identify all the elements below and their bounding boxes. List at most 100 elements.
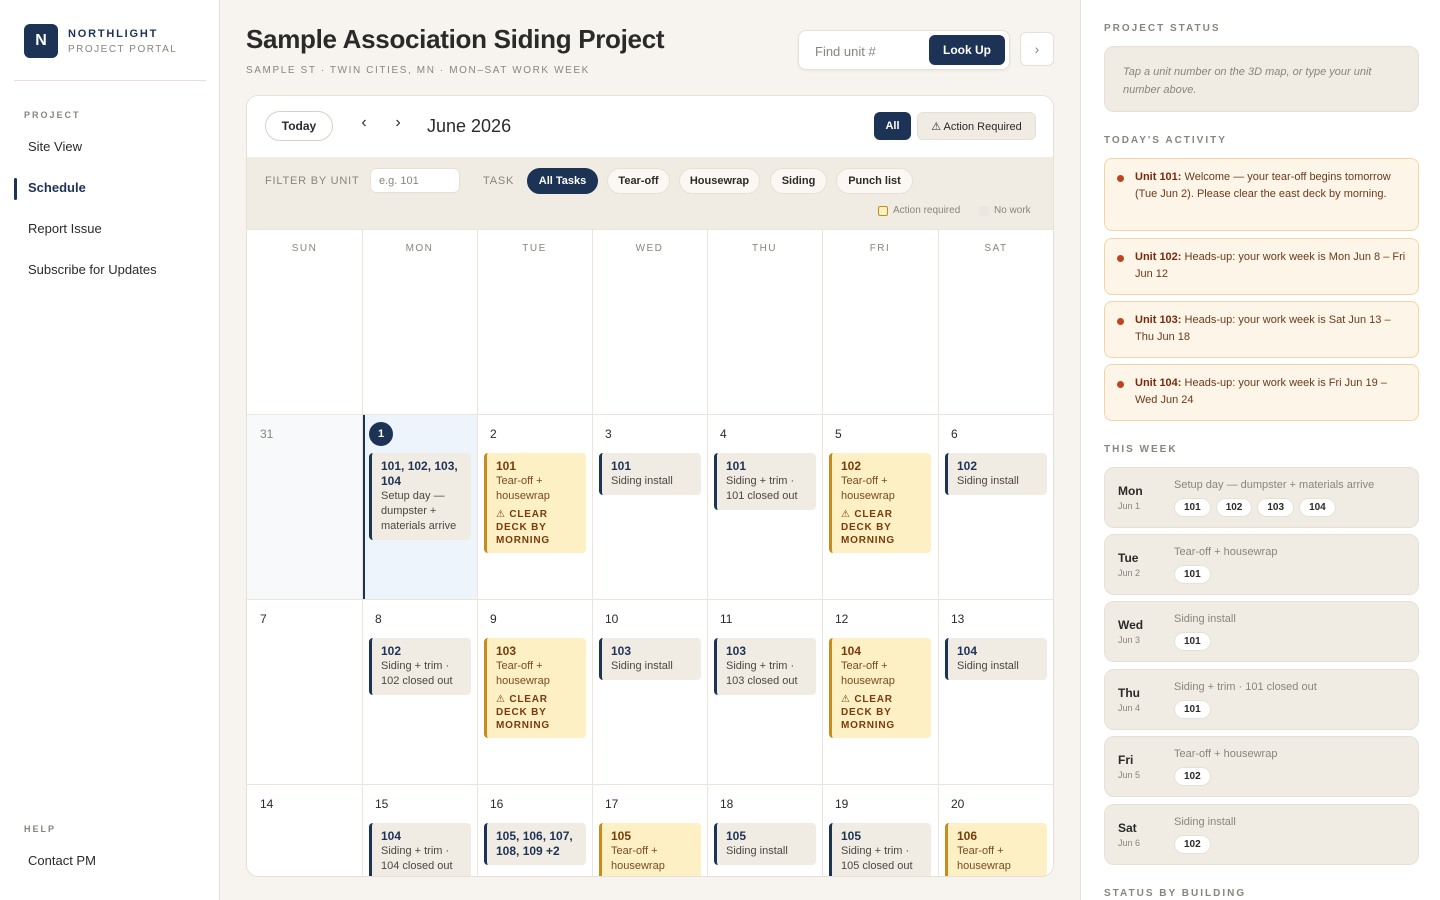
day-number[interactable]: 11 xyxy=(720,612,732,626)
unit-chip[interactable]: 102 xyxy=(1174,835,1211,854)
day-number[interactable]: 15 xyxy=(375,797,388,811)
event-units: 102 xyxy=(957,459,978,473)
filter-unit-input[interactable] xyxy=(370,168,460,193)
sidebar-section-help: HELP xyxy=(24,824,57,834)
event-units: 106 xyxy=(957,829,978,843)
event-task: Siding + trim · 104 closed out xyxy=(381,845,453,872)
event-card[interactable]: 105 Siding + trim · 105 closed out xyxy=(829,823,931,876)
day-number[interactable]: 12 xyxy=(835,612,848,626)
event-card[interactable]: 105, 106, 107, 108, 109 +2 xyxy=(484,823,586,865)
unit-chip[interactable]: 102 xyxy=(1215,498,1253,517)
day-number[interactable]: 8 xyxy=(375,612,382,626)
unit-chip[interactable]: 101 xyxy=(1174,632,1211,651)
activity-item[interactable]: Unit 104: Heads-up: your work week is Fr… xyxy=(1104,364,1419,421)
unit-chip[interactable]: 101 xyxy=(1174,700,1211,719)
calendar-grid: SUN MON TUE WED THU FRI SAT 31 1 101, 102, 103, 1… xyxy=(247,229,1053,876)
event-units: 104 xyxy=(381,829,402,843)
unit-chip[interactable]: 103 xyxy=(1257,498,1295,517)
day-number[interactable]: 1 xyxy=(369,422,393,446)
event-task: Tear-off + housewrap xyxy=(496,660,550,687)
week-day-card[interactable]: Mon Jun 1 Setup day — dumpster + materials… xyxy=(1104,467,1419,528)
day-number[interactable]: 14 xyxy=(260,797,273,811)
day-number[interactable]: 10 xyxy=(605,612,618,626)
prev-month-icon[interactable]: ‹ xyxy=(355,114,373,132)
unit-chip[interactable]: 104 xyxy=(1299,498,1336,517)
view-action-required-button[interactable]: ⚠ Action Required xyxy=(917,112,1036,140)
day-number[interactable]: 19 xyxy=(835,797,848,811)
event-card-action-required[interactable]: 103 Tear-off + housewrap ⚠ CLEAR DECK BY M… xyxy=(484,638,586,738)
sidebar-item-schedule[interactable]: Schedule xyxy=(28,180,86,195)
day-number[interactable]: 31 xyxy=(260,427,273,441)
week-day-name: Tue xyxy=(1118,551,1139,565)
day-number[interactable]: 20 xyxy=(951,797,964,811)
day-number[interactable]: 4 xyxy=(720,427,727,441)
week-day-card[interactable]: Tue Jun 2 Tear-off + housewrap 101 xyxy=(1104,534,1419,595)
sidebar-item-contact-pm[interactable]: Contact PM xyxy=(28,853,96,868)
day-number[interactable]: 3 xyxy=(605,427,612,441)
event-card[interactable]: 104 Siding install xyxy=(945,638,1047,680)
sidebar-item-subscribe[interactable]: Subscribe for Updates xyxy=(28,262,157,277)
week-day-date: Jun 4 xyxy=(1118,703,1141,713)
event-card[interactable]: 105 Siding install xyxy=(714,823,816,865)
event-card[interactable]: 101 Siding install xyxy=(599,453,701,495)
day-number[interactable]: 18 xyxy=(720,797,733,811)
project-status-hint: Tap a unit number on the 3D map, or type… xyxy=(1104,46,1419,112)
sidebar-item-report-issue[interactable]: Report Issue xyxy=(28,221,102,236)
week-day-date: Jun 3 xyxy=(1118,635,1141,645)
sidebar-item-site-view[interactable]: Site View xyxy=(28,139,82,154)
event-units: 103 xyxy=(496,644,517,658)
week-day-card[interactable]: Fri Jun 5 Tear-off + housewrap 102 xyxy=(1104,736,1419,797)
day-number[interactable]: 2 xyxy=(490,427,497,441)
alert-dot-icon xyxy=(1117,255,1124,262)
event-card[interactable]: 103 Siding install xyxy=(599,638,701,680)
brand[interactable]: N NORTHLIGHT PROJECT PORTAL xyxy=(24,24,177,58)
activity-item[interactable]: Unit 102: Heads-up: your work week is Mo… xyxy=(1104,238,1419,295)
day-number[interactable]: 6 xyxy=(951,427,958,441)
task-filter-siding[interactable]: Siding xyxy=(770,168,827,194)
event-card-action-required[interactable]: 101 Tear-off + housewrap ⚠ CLEAR DECK BY M… xyxy=(484,453,586,553)
week-day-task: Setup day — dumpster + materials arrive xyxy=(1174,479,1375,491)
event-units: 105, 106, 107, 108, 109 +2 xyxy=(496,829,573,858)
day-number[interactable]: 5 xyxy=(835,427,842,441)
event-card-action-required[interactable]: 102 Tear-off + housewrap ⚠ CLEAR DECK BY M… xyxy=(829,453,931,553)
view-all-button[interactable]: All xyxy=(874,112,911,140)
task-filter-all[interactable]: All Tasks xyxy=(527,168,598,194)
todays-activity-label: TODAY'S ACTIVITY xyxy=(1104,135,1227,146)
task-filter-housewrap[interactable]: Housewrap xyxy=(679,168,760,194)
look-up-button[interactable]: Look Up xyxy=(929,35,1005,65)
unit-chip[interactable]: 101 xyxy=(1174,498,1211,517)
unit-chip[interactable]: 102 xyxy=(1174,767,1211,786)
task-filter-tear-off[interactable]: Tear-off xyxy=(607,168,670,194)
day-number[interactable]: 17 xyxy=(605,797,618,811)
event-card[interactable]: 103 Siding + trim · 103 closed out xyxy=(714,638,816,695)
unit-chip[interactable]: 101 xyxy=(1174,565,1211,584)
day-number[interactable]: 7 xyxy=(260,612,267,626)
week-day-card[interactable]: Thu Jun 4 Siding + trim · 101 closed out 10… xyxy=(1104,669,1419,730)
unit-search-input[interactable] xyxy=(807,37,927,65)
event-card[interactable]: 102 Siding + trim · 102 closed out xyxy=(369,638,471,695)
week-day-card[interactable]: Wed Jun 3 Siding install 101 xyxy=(1104,601,1419,662)
event-card-action-required[interactable]: 104 Tear-off + housewrap ⚠ CLEAR DECK BY M… xyxy=(829,638,931,738)
event-task: Siding + trim · 102 closed out xyxy=(381,660,453,687)
event-card[interactable]: 101 Siding + trim · 101 closed out xyxy=(714,453,816,510)
event-card-action-required[interactable]: 106 Tear-off + housewrap xyxy=(945,823,1047,876)
event-card[interactable]: 102 Siding install xyxy=(945,453,1047,495)
event-card[interactable]: 104 Siding + trim · 104 closed out xyxy=(369,823,471,876)
task-filter-punch-list[interactable]: Punch list xyxy=(836,168,913,194)
panel-toggle-button[interactable]: › xyxy=(1020,32,1054,66)
activity-item[interactable]: Unit 101: Welcome — your tear-off begins… xyxy=(1104,158,1419,231)
next-month-icon[interactable]: › xyxy=(389,114,407,132)
grid-hline xyxy=(247,229,1053,230)
day-number[interactable]: 13 xyxy=(951,612,964,626)
event-card[interactable]: 101, 102, 103, 104 Setup day — dumpster +… xyxy=(369,453,471,540)
alert-dot-icon xyxy=(1117,318,1124,325)
grid-vline xyxy=(477,229,478,876)
event-card-action-required[interactable]: 105 Tear-off + housewrap xyxy=(599,823,701,876)
today-button[interactable]: Today xyxy=(265,111,333,141)
active-indicator xyxy=(14,178,17,200)
day-number[interactable]: 16 xyxy=(490,797,503,811)
activity-item[interactable]: Unit 103: Heads-up: your work week is Sa… xyxy=(1104,301,1419,358)
week-day-card[interactable]: Sat Jun 6 Siding install 102 xyxy=(1104,804,1419,865)
day-number[interactable]: 9 xyxy=(490,612,497,626)
alert-dot-icon xyxy=(1117,381,1124,388)
